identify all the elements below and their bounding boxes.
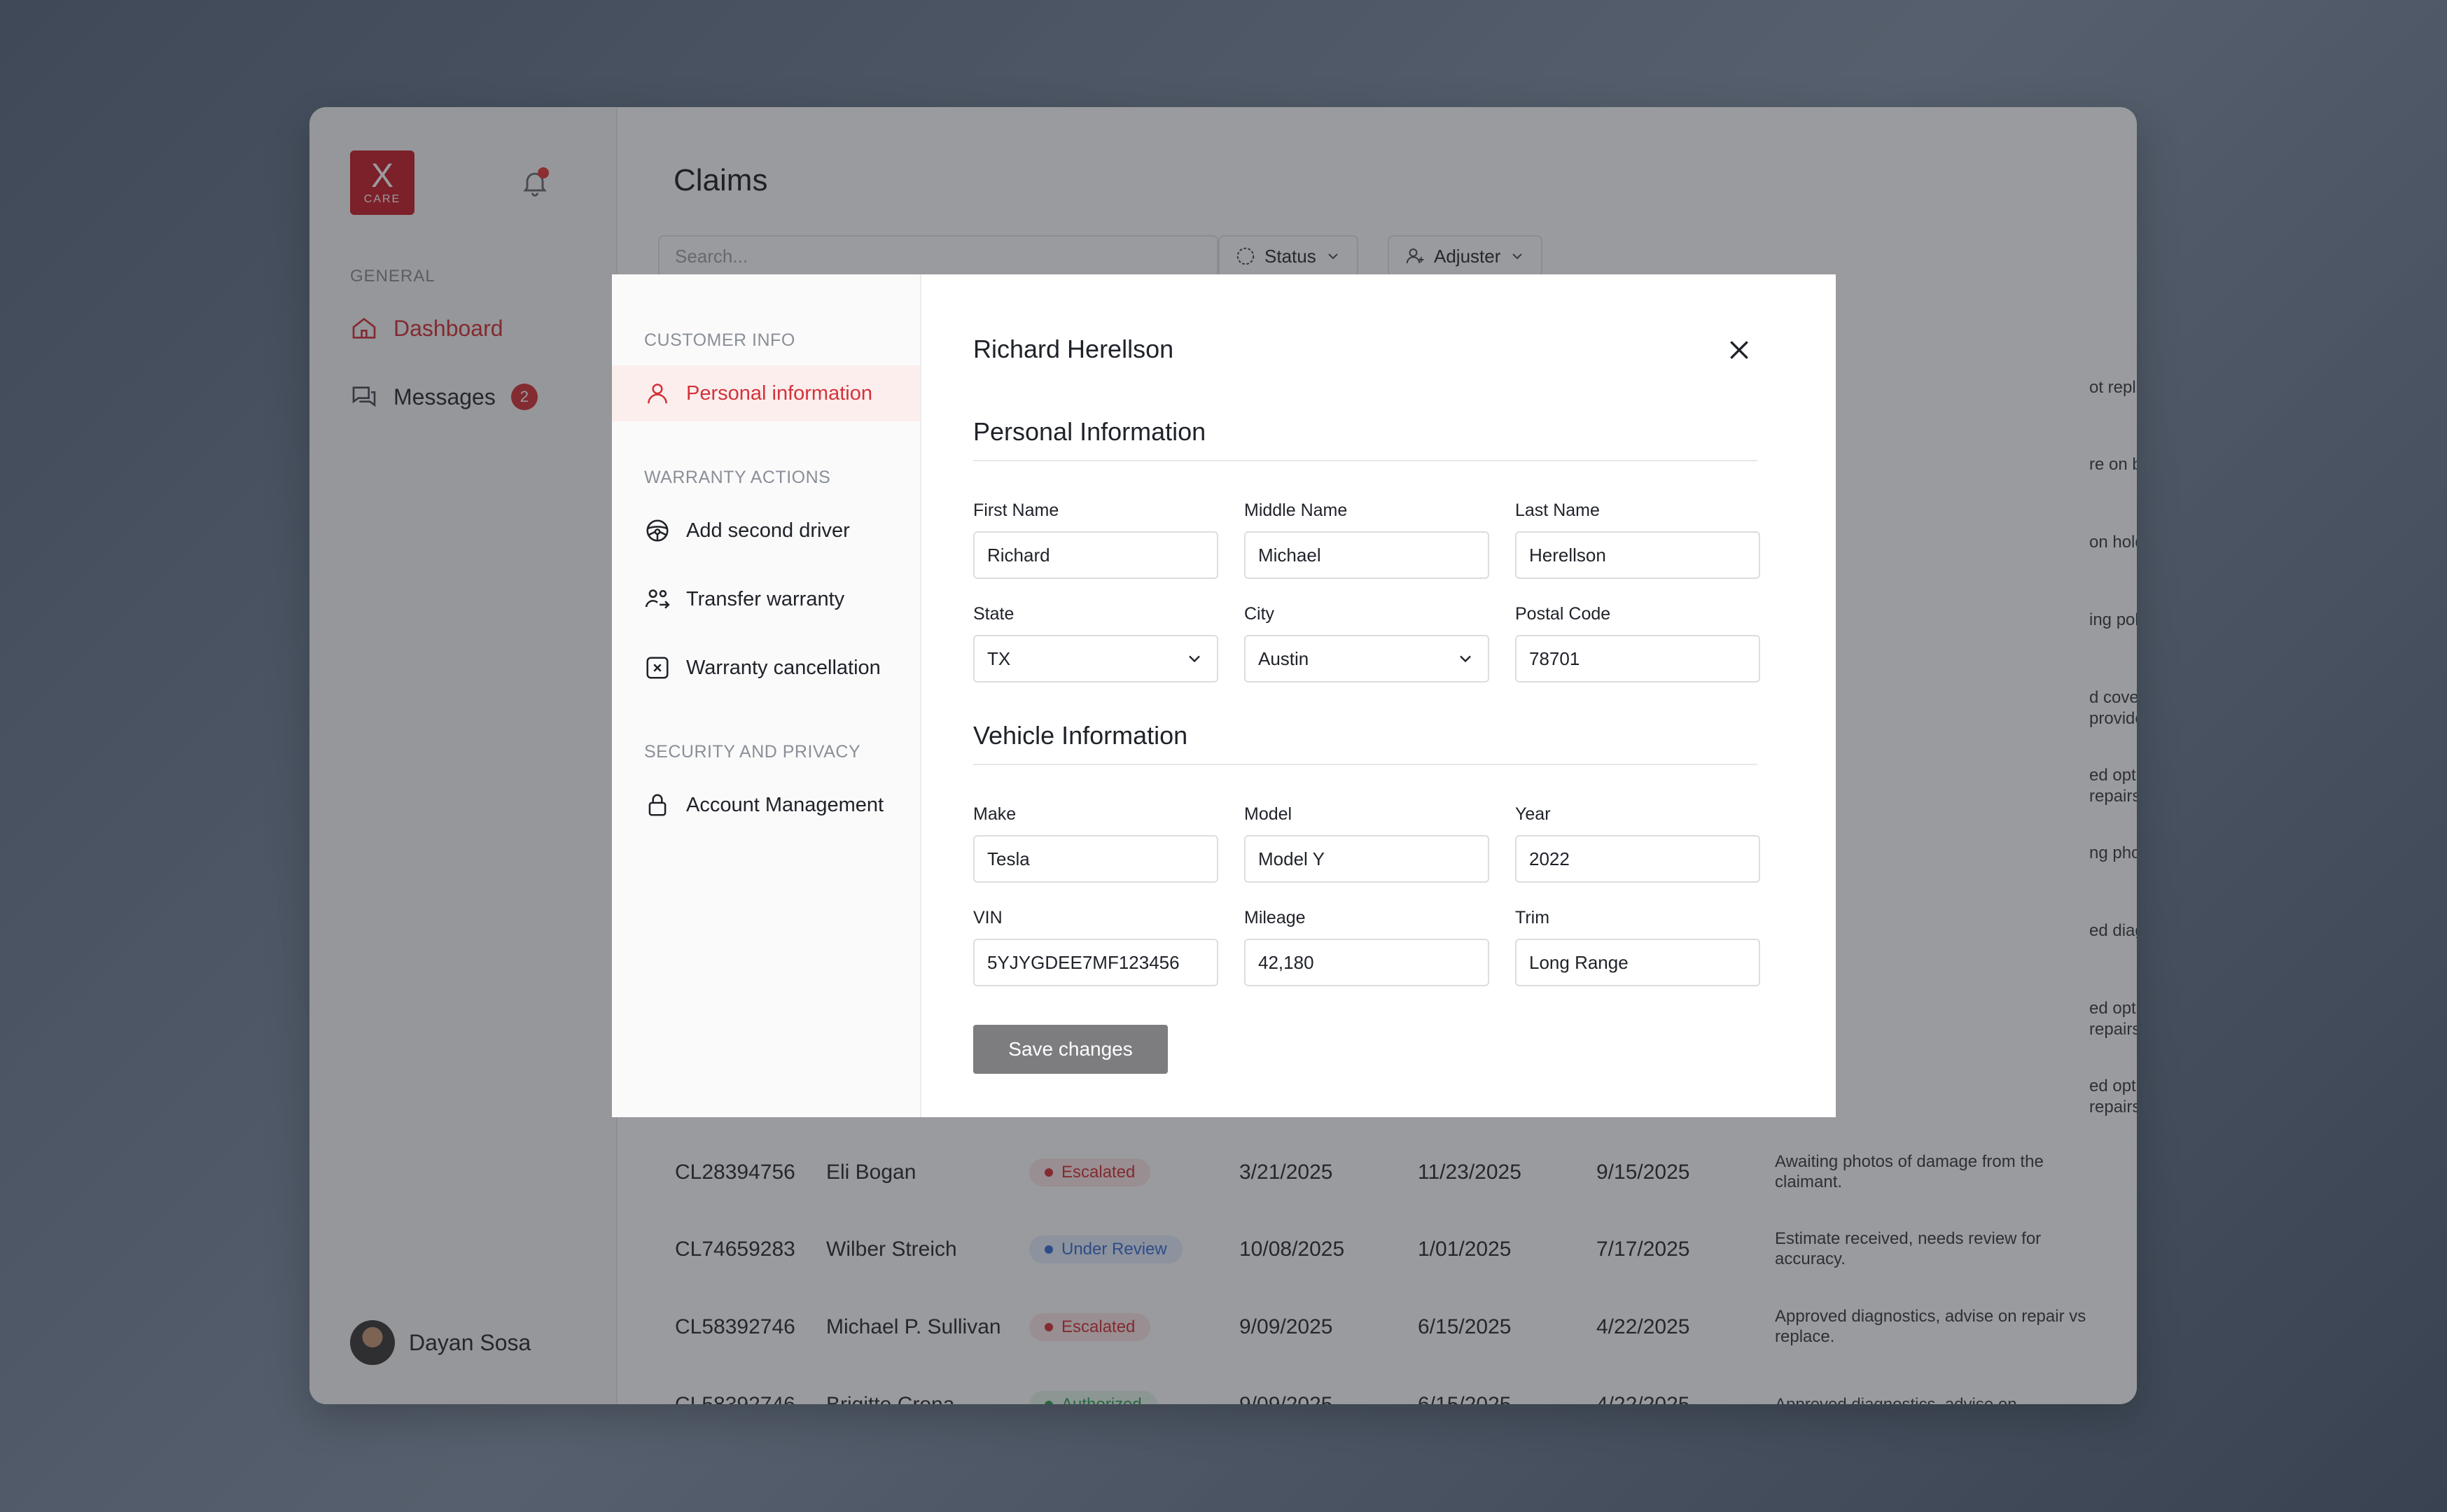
nav-item-label: Add second driver bbox=[686, 519, 850, 542]
first-name-label: First Name bbox=[973, 500, 1059, 520]
nav-section-warranty-actions: WARRANTY ACTIONS bbox=[644, 468, 831, 487]
last-name-label: Last Name bbox=[1515, 500, 1600, 520]
modal-title: Richard Herellson bbox=[973, 335, 1174, 363]
nav-item-transfer-warranty[interactable]: Transfer warranty bbox=[612, 571, 920, 627]
middle-name-value: Michael bbox=[1258, 544, 1321, 566]
personal-information-heading: Personal Information bbox=[973, 417, 1206, 446]
users-transfer-icon bbox=[645, 589, 670, 609]
nav-item-warranty-cancellation[interactable]: Warranty cancellation bbox=[612, 640, 920, 696]
vin-value: 5YJYGDEE7MF123456 bbox=[987, 951, 1180, 973]
x-square-icon bbox=[646, 657, 669, 679]
first-name-field[interactable]: Richard bbox=[973, 531, 1218, 579]
nav-item-label: Personal information bbox=[686, 382, 872, 405]
trim-value: Long Range bbox=[1529, 951, 1629, 973]
last-name-value: Herellson bbox=[1529, 544, 1606, 566]
model-label: Model bbox=[1244, 804, 1292, 824]
nav-item-label: Warranty cancellation bbox=[686, 656, 881, 679]
postal-code-value: 78701 bbox=[1529, 648, 1580, 669]
section-divider bbox=[973, 764, 1757, 765]
chevron-down-icon bbox=[1189, 655, 1200, 663]
modal-body: Richard Herellson Personal Information F… bbox=[921, 274, 1836, 1117]
middle-name-label: Middle Name bbox=[1244, 500, 1348, 520]
vin-field[interactable]: 5YJYGDEE7MF123456 bbox=[973, 939, 1218, 986]
model-value: Model Y bbox=[1258, 848, 1325, 869]
vehicle-information-heading: Vehicle Information bbox=[973, 721, 1188, 750]
make-value: Tesla bbox=[987, 848, 1030, 869]
year-field[interactable]: 2022 bbox=[1515, 835, 1760, 883]
mileage-field[interactable]: 42,180 bbox=[1244, 939, 1489, 986]
nav-item-label: Account Management bbox=[686, 793, 884, 816]
year-value: 2022 bbox=[1529, 848, 1570, 869]
mileage-value: 42,180 bbox=[1258, 951, 1314, 973]
nav-item-account-management[interactable]: Account Management bbox=[612, 777, 920, 833]
city-label: City bbox=[1244, 604, 1275, 624]
middle-name-field[interactable]: Michael bbox=[1244, 531, 1489, 579]
nav-section-security-privacy: SECURITY AND PRIVACY bbox=[644, 742, 861, 762]
nav-item-add-second-driver[interactable]: Add second driver bbox=[612, 503, 920, 559]
make-field[interactable]: Tesla bbox=[973, 835, 1218, 883]
postal-code-label: Postal Code bbox=[1515, 604, 1611, 624]
mileage-label: Mileage bbox=[1244, 908, 1306, 927]
nav-section-customer-info: CUSTOMER INFO bbox=[644, 330, 795, 350]
close-icon bbox=[1730, 341, 1748, 359]
customer-modal: CUSTOMER INFO Personal information WARRA… bbox=[612, 274, 1836, 1117]
last-name-field[interactable]: Herellson bbox=[1515, 531, 1760, 579]
close-button[interactable] bbox=[1725, 336, 1753, 364]
first-name-value: Richard bbox=[987, 544, 1050, 566]
state-select[interactable]: TX bbox=[973, 635, 1218, 682]
city-value: Austin bbox=[1258, 648, 1309, 669]
user-icon bbox=[648, 384, 667, 404]
section-divider bbox=[973, 460, 1757, 461]
city-select[interactable]: Austin bbox=[1244, 635, 1489, 682]
trim-label: Trim bbox=[1515, 908, 1550, 927]
modal-nav: CUSTOMER INFO Personal information WARRA… bbox=[612, 274, 921, 1117]
state-label: State bbox=[973, 604, 1015, 624]
lock-icon bbox=[648, 794, 667, 816]
nav-item-label: Transfer warranty bbox=[686, 587, 845, 610]
state-value: TX bbox=[987, 648, 1011, 669]
nav-item-personal-information[interactable]: Personal information bbox=[612, 365, 920, 421]
make-label: Make bbox=[973, 804, 1017, 824]
postal-code-field[interactable]: 78701 bbox=[1515, 635, 1760, 682]
chevron-down-icon bbox=[1460, 655, 1471, 663]
steering-wheel-icon bbox=[646, 519, 669, 542]
vin-label: VIN bbox=[973, 908, 1003, 927]
save-button[interactable]: Save changes bbox=[973, 1025, 1168, 1074]
trim-field[interactable]: Long Range bbox=[1515, 939, 1760, 986]
year-label: Year bbox=[1515, 804, 1551, 824]
model-field[interactable]: Model Y bbox=[1244, 835, 1489, 883]
